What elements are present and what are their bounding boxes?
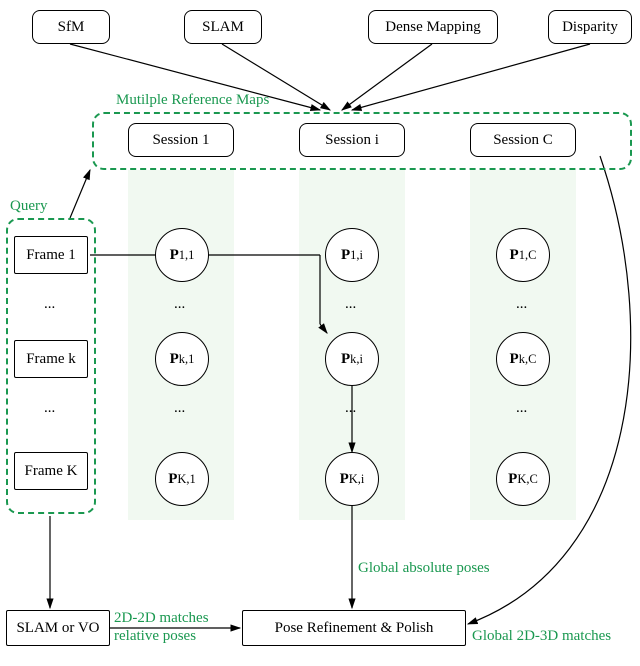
pose-K-i: PK,i xyxy=(325,452,379,506)
session-c: Session C xyxy=(470,123,576,157)
source-sfm: SfM xyxy=(32,10,110,44)
pose-1-i: P1,i xyxy=(325,228,379,282)
source-sfm-label: SfM xyxy=(58,19,85,36)
query-label: Query xyxy=(10,198,48,215)
edge-global23: Global 2D-3D matches xyxy=(472,628,611,645)
coli-el1: ... xyxy=(345,296,356,313)
colc-el2: ... xyxy=(516,400,527,417)
session-i-label: Session i xyxy=(325,132,379,149)
pose-k-1: Pk,1 xyxy=(155,332,209,386)
slam-vo: SLAM or VO xyxy=(6,610,110,646)
source-slam: SLAM xyxy=(184,10,262,44)
pose-k-c-sub: k,C xyxy=(519,352,537,367)
coli-el2: ... xyxy=(345,400,356,417)
pose-1-1-sub: 1,1 xyxy=(179,248,195,263)
frame-1-label: Frame 1 xyxy=(26,247,76,264)
edge-relposes: relative poses xyxy=(114,628,196,645)
col1-el1: ... xyxy=(174,296,185,313)
pose-k-i: Pk,i xyxy=(325,332,379,386)
pose-k-1-sub: k,1 xyxy=(179,352,195,367)
edge-2d2d: 2D-2D matches xyxy=(114,610,209,627)
pose-1-c: P1,C xyxy=(496,228,550,282)
frame-el1: ... xyxy=(44,296,55,313)
col1-el2: ... xyxy=(174,400,185,417)
colc-el1: ... xyxy=(516,296,527,313)
session-c-label: Session C xyxy=(493,132,553,149)
frame-k-label: Frame k xyxy=(26,351,76,368)
pose-1-i-sub: 1,i xyxy=(350,248,363,263)
pose-K-i-sub: K,i xyxy=(349,472,365,487)
frame-K: Frame K xyxy=(14,452,88,490)
slam-vo-label: SLAM or VO xyxy=(16,620,99,637)
pose-1-1: P1,1 xyxy=(155,228,209,282)
source-disparity-label: Disparity xyxy=(562,19,618,36)
refmaps-label: Mutilple Reference Maps xyxy=(116,92,269,109)
pose-K-1-sub: K,1 xyxy=(177,472,195,487)
source-dense-label: Dense Mapping xyxy=(385,19,480,36)
pose-K-1: PK,1 xyxy=(155,452,209,506)
session-1: Session 1 xyxy=(128,123,234,157)
source-slam-label: SLAM xyxy=(202,19,244,36)
frame-k: Frame k xyxy=(14,340,88,378)
source-dense: Dense Mapping xyxy=(368,10,498,44)
pose-k-i-sub: k,i xyxy=(350,352,363,367)
session-1-label: Session 1 xyxy=(152,132,209,149)
arrows-layer xyxy=(0,0,640,666)
frame-el2: ... xyxy=(44,400,55,417)
frame-K-label: Frame K xyxy=(25,463,78,480)
pose-K-c: PK,C xyxy=(496,452,550,506)
edge-global-abs: Global absolute poses xyxy=(358,560,490,577)
session-i: Session i xyxy=(299,123,405,157)
refine-label: Pose Refinement & Polish xyxy=(275,620,434,637)
refine-box: Pose Refinement & Polish xyxy=(242,610,466,646)
pose-K-c-sub: K,C xyxy=(517,472,538,487)
pose-1-c-sub: 1,C xyxy=(519,248,537,263)
frame-1: Frame 1 xyxy=(14,236,88,274)
pose-k-c: Pk,C xyxy=(496,332,550,386)
source-disparity: Disparity xyxy=(548,10,632,44)
